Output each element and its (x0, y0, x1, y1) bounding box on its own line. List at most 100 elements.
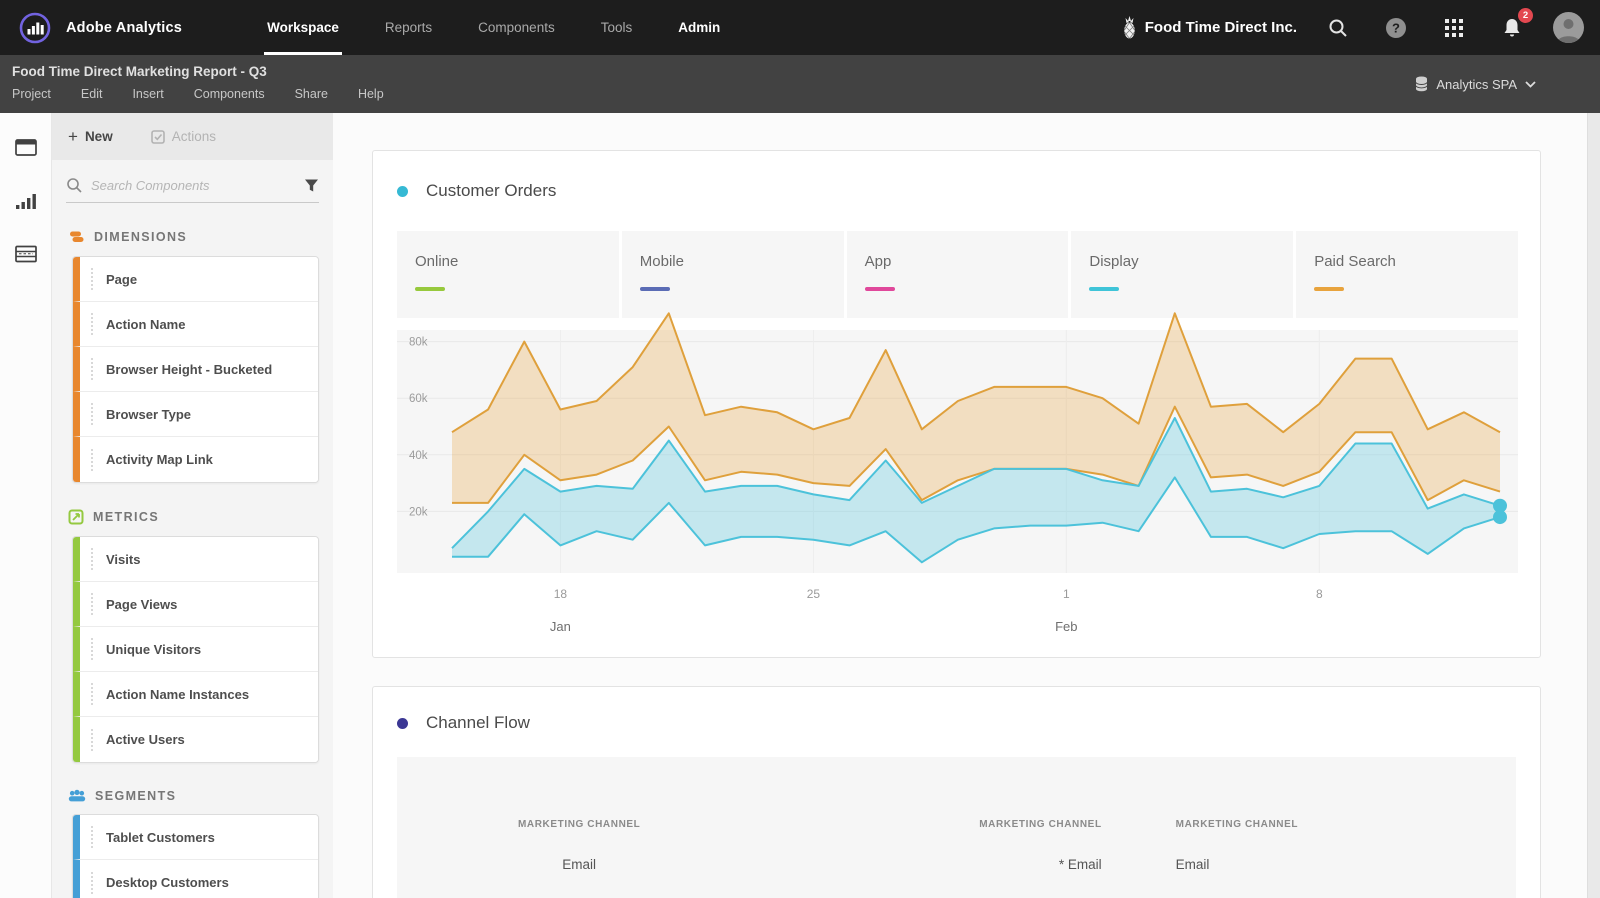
drag-handle-icon (91, 268, 93, 290)
dimension-item[interactable]: Action Name (73, 302, 318, 347)
org-name: Food Time Direct Inc. (1144, 19, 1297, 36)
drag-handle-icon (91, 548, 93, 570)
flow-column-header: MARKETING CHANNEL (517, 819, 641, 830)
drag-handle-icon (91, 448, 93, 471)
metric-item[interactable]: Page Views (73, 582, 318, 627)
menu-item[interactable]: Share (295, 87, 328, 101)
menu-item[interactable]: Insert (132, 87, 163, 101)
dimension-item[interactable]: Page (73, 257, 318, 302)
flow-column: MARKETING CHANNEL Email (1152, 819, 1516, 898)
drag-handle-icon (91, 871, 93, 894)
actions-button[interactable]: Actions (150, 129, 216, 144)
dimension-item[interactable]: Browser Height - Bucketed (73, 347, 318, 392)
nav-item[interactable]: Components (455, 0, 578, 55)
menu-item[interactable]: Project (12, 87, 51, 101)
new-button[interactable]: + New (68, 128, 113, 145)
metrics-icon (68, 509, 84, 525)
chevron-down-icon (1525, 80, 1536, 88)
search-icon (67, 178, 82, 193)
legend-item[interactable]: Online (397, 231, 619, 318)
flow-column-header: MARKETING CHANNEL (1175, 819, 1299, 830)
org-switcher[interactable]: Food Time Direct Inc. (1122, 15, 1297, 40)
components-sidebar: + New Actions DIMENSIONS (52, 113, 333, 898)
panel-title: Channel Flow (426, 713, 530, 732)
nav-item[interactable]: Tools (578, 0, 656, 55)
flow-node[interactable]: * Email (785, 857, 1102, 872)
flow-column: MARKETING CHANNEL * Email (761, 819, 1151, 898)
table-icon[interactable] (13, 241, 39, 267)
project-menu: Project Edit Insert Components Share Hel… (12, 87, 1600, 101)
app-grid-icon[interactable] (1437, 11, 1471, 45)
notifications-bell-icon[interactable]: 2 (1495, 7, 1533, 45)
drag-handle-icon (91, 403, 93, 425)
flow-node[interactable]: Email (421, 857, 737, 872)
adobe-analytics-logo-icon[interactable] (16, 9, 54, 47)
svg-text:?: ? (1392, 20, 1400, 35)
legend-color-swatch (864, 287, 895, 291)
sidebar-section-dimensions: DIMENSIONS Page Action Name Browser Heig… (66, 229, 319, 483)
sidebar-section-segments: SEGMENTS Tablet Customers Desktop Custom… (66, 789, 319, 898)
panel-color-dot (397, 185, 408, 197)
workspace-canvas: Customer Orders Online Mobile App Displa… (333, 113, 1600, 898)
metric-item[interactable]: Visits (73, 537, 318, 582)
plus-icon: + (68, 127, 78, 146)
metric-item[interactable]: Active Users (73, 717, 318, 762)
legend-item[interactable]: Display (1071, 231, 1294, 318)
project-title: Food Time Direct Marketing Report - Q3 (12, 64, 267, 79)
flow-column-header: MARKETING CHANNEL (979, 819, 1102, 830)
panel-color-dot (397, 717, 408, 729)
drag-handle-icon (91, 826, 93, 848)
x-axis-months: Jan Feb (397, 607, 1518, 641)
menu-item[interactable]: Components (194, 87, 265, 101)
flow-column: MARKETING CHANNEL Email (397, 819, 761, 898)
dimension-item[interactable]: Activity Map Link (73, 437, 318, 482)
notification-badge: 2 (1518, 7, 1533, 23)
menu-item[interactable]: Edit (81, 87, 103, 101)
plot-area (397, 330, 1518, 573)
legend-color-swatch (639, 287, 670, 291)
x-tick-label: 1 (1062, 587, 1070, 601)
section-title: DIMENSIONS (94, 230, 188, 244)
top-nav: Workspace Reports Components Tools Admin (244, 0, 743, 55)
legend-color-swatch (415, 287, 445, 291)
report-suite-selector[interactable]: Analytics SPA (1415, 76, 1536, 92)
section-title: SEGMENTS (95, 789, 177, 803)
report-suite-name: Analytics SPA (1436, 76, 1517, 92)
drag-handle-icon (91, 638, 93, 660)
section-title: METRICS (93, 510, 160, 524)
nav-item[interactable]: Workspace (244, 0, 362, 55)
orders-chart[interactable]: Online Mobile App Display Paid Search 20… (397, 231, 1518, 641)
dimensions-icon (70, 231, 84, 242)
legend-item[interactable]: Mobile (621, 231, 844, 318)
user-avatar[interactable] (1553, 12, 1584, 43)
help-icon[interactable]: ? (1379, 11, 1413, 45)
vertical-scrollbar[interactable] (1587, 113, 1600, 898)
panels-icon[interactable] (13, 135, 39, 161)
metric-item[interactable]: Unique Visitors (73, 627, 318, 672)
x-month-label: Feb (1055, 619, 1078, 634)
pineapple-icon (1123, 15, 1135, 39)
search-icon[interactable] (1321, 11, 1355, 45)
legend-color-swatch (1089, 287, 1120, 291)
nav-item[interactable]: Admin (655, 0, 743, 55)
search-components-input[interactable] (91, 177, 304, 193)
segments-icon (68, 789, 86, 802)
dimension-item[interactable]: Browser Type (73, 392, 318, 437)
x-tick-label: 25 (806, 587, 821, 601)
flow-node[interactable]: Email (1176, 857, 1492, 872)
filter-funnel-icon[interactable] (304, 178, 319, 193)
customer-orders-panel: Customer Orders Online Mobile App Displa… (372, 150, 1541, 658)
menu-item[interactable]: Help (358, 87, 384, 101)
x-tick-label: 8 (1315, 587, 1323, 601)
legend-color-swatch (1314, 287, 1345, 291)
drag-handle-icon (91, 313, 93, 335)
flow-visualization: MARKETING CHANNEL Email MARKETING CHANNE… (397, 757, 1516, 898)
segment-item[interactable]: Desktop Customers (73, 860, 318, 898)
top-app-bar: Adobe Analytics Workspace Reports Compon… (0, 0, 1600, 55)
segment-item[interactable]: Tablet Customers (73, 815, 318, 860)
metric-item[interactable]: Action Name Instances (73, 672, 318, 717)
visualizations-icon[interactable] (13, 188, 39, 214)
legend-item[interactable]: App (846, 231, 1069, 318)
nav-item[interactable]: Reports (362, 0, 455, 55)
legend-item[interactable]: Paid Search (1296, 231, 1518, 318)
